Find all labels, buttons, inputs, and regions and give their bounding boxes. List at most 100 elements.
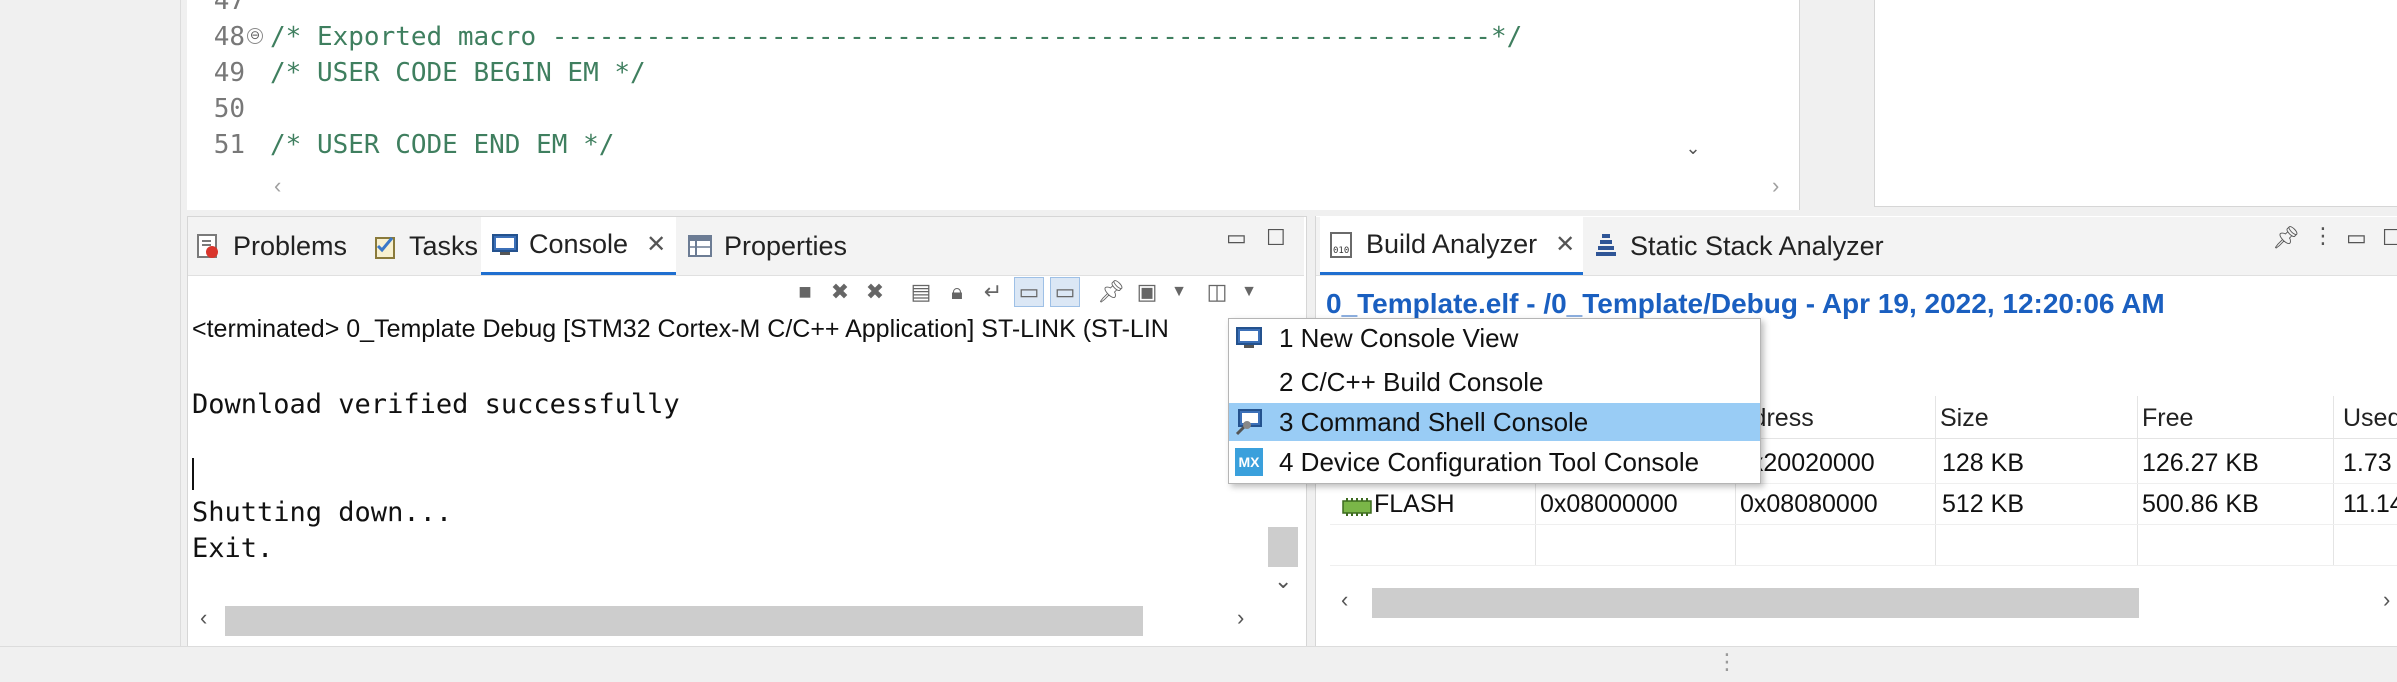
column-header-used[interactable]: Used <box>2343 404 2397 433</box>
stack-analyzer-icon <box>1592 232 1620 260</box>
cell-size: 128 KB <box>1942 449 2025 477</box>
code-line[interactable]: /* Exported macro ----------------------… <box>270 22 1522 52</box>
show-console-on-stderr-icon[interactable]: ▭ <box>1050 277 1080 307</box>
remove-launch-icon[interactable]: ✖ <box>825 277 855 307</box>
cell-name: FLASH <box>1374 490 1455 518</box>
cell-free: 500.86 KB <box>2142 490 2259 518</box>
table-row[interactable]: FLASH 0x08000000 0x08080000 512 KB 500.8… <box>1330 484 2397 525</box>
scroll-left-icon[interactable]: ‹ <box>1341 587 1348 613</box>
menu-item-label: 1 New Console View <box>1279 322 1519 353</box>
view-menu-icon[interactable]: ⋮ <box>2312 223 2334 249</box>
console-output-line[interactable]: Exit. <box>192 533 273 564</box>
code-line[interactable]: /* USER CODE END EM */ <box>270 130 614 160</box>
menu-item-build-console[interactable]: 2 C/C++ Build Console <box>1229 363 1760 401</box>
build-analyzer-icon: 010 <box>1328 231 1356 259</box>
open-console-dropdown-icon[interactable]: ▼ <box>1234 277 1264 307</box>
tab-label: Static Stack Analyzer <box>1630 230 1884 261</box>
memory-chip-icon <box>1342 492 1372 523</box>
scroll-left-icon[interactable]: ‹ <box>274 173 281 199</box>
menu-item-command-shell-console[interactable]: 3 Command Shell Console <box>1229 403 1760 441</box>
scroll-right-icon[interactable]: › <box>1237 605 1244 631</box>
drag-handle-icon[interactable]: ⋮ <box>1716 649 1738 675</box>
mx-icon: MX <box>1235 448 1263 476</box>
tab-problems[interactable]: Problems <box>195 217 347 275</box>
line-number: 47 <box>213 0 245 16</box>
cell-used: 1.73 <box>2343 449 2392 477</box>
console-output-line[interactable]: Download verified successfully <box>192 389 680 420</box>
command-shell-icon <box>1235 408 1263 436</box>
fold-collapse-icon[interactable]: ⊖ <box>247 28 263 44</box>
scroll-down-icon[interactable]: ⌄ <box>1680 138 1706 164</box>
line-number: 49 <box>213 58 245 88</box>
open-console-icon[interactable]: ◫ <box>1202 277 1232 307</box>
cell-end-address: 0x08080000 <box>1740 490 1878 518</box>
cell-start-address: 0x08000000 <box>1540 490 1678 518</box>
status-bar: ⋮ <box>0 646 2397 682</box>
console-output-line[interactable]: Shutting down... <box>192 497 452 528</box>
scroll-lock-icon[interactable]: 🔒︎ <box>942 277 972 307</box>
close-icon[interactable]: ✕ <box>1555 230 1575 259</box>
tab-console[interactable]: Console ✕ <box>481 217 677 275</box>
text-caret <box>192 458 194 490</box>
left-side-panel <box>0 0 181 646</box>
open-console-menu: 1 New Console View 2 C/C++ Build Console… <box>1228 318 1761 484</box>
scrollbar-thumb[interactable] <box>1372 588 2139 618</box>
word-wrap-icon[interactable]: ↵ <box>978 277 1008 307</box>
clear-console-icon[interactable]: ▤ <box>906 277 936 307</box>
tasks-icon <box>371 232 399 260</box>
properties-icon <box>686 232 714 260</box>
editor-horizontal-scrollbar[interactable]: ‹ › <box>262 173 1792 201</box>
maximize-icon[interactable]: ☐ <box>1266 225 1286 251</box>
line-number: 50 <box>213 94 245 124</box>
tab-label: Build Analyzer <box>1366 229 1538 259</box>
tab-label: Problems <box>233 230 348 261</box>
scroll-left-icon[interactable]: ‹ <box>200 605 207 631</box>
close-icon[interactable]: ✕ <box>646 230 666 259</box>
tab-label: Properties <box>724 230 848 261</box>
code-line[interactable]: /* USER CODE BEGIN EM */ <box>270 58 646 88</box>
cell-used: 11.14 <box>2343 490 2397 518</box>
cell-free: 126.27 KB <box>2142 449 2259 477</box>
console-icon <box>491 231 519 259</box>
menu-item-label: 4 Device Configuration Tool Console <box>1279 446 1700 477</box>
terminate-icon[interactable]: ■ <box>790 277 820 307</box>
scroll-right-icon[interactable]: › <box>1772 173 1779 199</box>
new-console-icon <box>1235 324 1263 352</box>
minimize-icon[interactable]: ▭ <box>2346 225 2367 251</box>
pin-view-icon[interactable]: 📌︎ <box>2272 225 2300 251</box>
menu-item-label: 3 Command Shell Console <box>1279 406 1589 437</box>
tab-tasks[interactable]: Tasks <box>371 217 478 275</box>
line-number-ruler: 47 48 ⊖ 49 50 51 <box>187 0 265 172</box>
console-view-tabbar: Problems Tasks Console ✕ Properties ▭ ☐ <box>188 217 1304 276</box>
console-launch-status: <terminated> 0_Template Debug [STM32 Cor… <box>192 315 1169 343</box>
menu-item-new-console-view[interactable]: 1 New Console View <box>1229 319 1760 357</box>
scrollbar-thumb[interactable] <box>225 606 1143 636</box>
tab-static-stack-analyzer[interactable]: Static Stack Analyzer <box>1592 217 1884 275</box>
chevron-down-icon[interactable]: ▼ <box>1164 277 1194 307</box>
display-selected-console-icon[interactable]: ▣ <box>1132 277 1162 307</box>
line-number: 51 <box>213 130 245 160</box>
table-row-empty <box>1330 525 2397 566</box>
problems-icon <box>195 232 223 260</box>
column-header-size[interactable]: Size <box>1940 404 1989 433</box>
menu-item-device-configuration-tool-console[interactable]: MX 4 Device Configuration Tool Console <box>1229 443 1760 481</box>
tab-label: Console <box>529 229 629 259</box>
menu-item-label: 2 C/C++ Build Console <box>1279 366 1544 397</box>
svg-text:010: 010 <box>1333 246 1349 256</box>
outline-view <box>1874 0 2397 207</box>
cell-size: 512 KB <box>1942 490 2025 518</box>
console-toolbar: ■ ✖ ✖ ▤ 🔒︎ ↵ ▭ ▭ 📌︎ ▣ ▼ ◫ ▼ <box>790 277 1305 311</box>
tab-properties[interactable]: Properties <box>686 217 847 275</box>
scrollbar-thumb[interactable] <box>1268 527 1298 567</box>
remove-all-terminated-icon[interactable]: ✖ <box>860 277 890 307</box>
column-header-free[interactable]: Free <box>2142 404 2193 433</box>
build-analyzer-header: 0_Template.elf - /0_Template/Debug - Apr… <box>1326 288 2165 319</box>
scroll-right-icon[interactable]: › <box>2383 587 2390 613</box>
show-console-on-stdout-icon[interactable]: ▭ <box>1014 277 1044 307</box>
scroll-down-icon[interactable]: ⌄ <box>1274 568 1292 594</box>
minimize-icon[interactable]: ▭ <box>1226 225 1247 251</box>
maximize-icon[interactable]: ☐ <box>2382 225 2397 251</box>
pin-console-icon[interactable]: 📌︎ <box>1096 277 1126 307</box>
tab-build-analyzer[interactable]: 010 Build Analyzer ✕ <box>1320 217 1584 275</box>
line-number: 48 <box>213 22 245 52</box>
